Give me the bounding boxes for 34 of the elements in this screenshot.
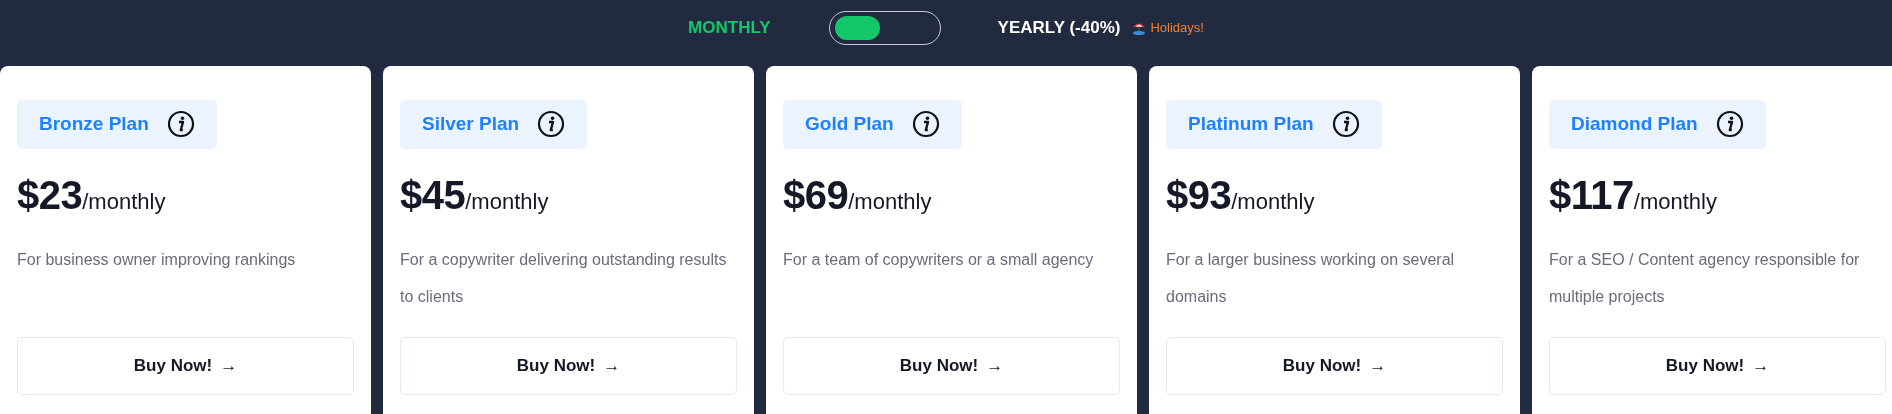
buy-button[interactable]: Buy Now! → [783, 336, 1120, 395]
price-amount: $93 [1166, 171, 1232, 219]
plan-description: For business owner improving rankings [17, 249, 297, 270]
plan-description: For a copywriter delivering outstanding results to clients [400, 249, 728, 307]
price-amount: $23 [17, 171, 83, 219]
billing-option[interactable]: YEARLY (-40%) [997, 15, 1121, 41]
buy-button[interactable]: Buy Now! → [400, 336, 737, 395]
billing-option[interactable]: MONTHLY [688, 15, 771, 41]
plan-name: Gold Plan [805, 112, 894, 136]
beach-umbrella-icon [1132, 21, 1147, 35]
plan-description: For a SEO / Content agency responsible for multiple projects [1549, 249, 1861, 307]
plan-name: Diamond Plan [1571, 112, 1698, 136]
plan-name: Silver Plan [422, 112, 520, 136]
price-period: /monthly [1231, 188, 1315, 216]
price-amount: $45 [400, 171, 466, 219]
price-period: /monthly [465, 188, 549, 216]
info-icon[interactable] [537, 110, 566, 139]
plan-name: Bronze Plan [39, 112, 149, 136]
price-period: /monthly [82, 188, 166, 216]
price-period: /monthly [848, 188, 932, 216]
price-amount: $117 [1549, 171, 1634, 219]
promo-text: Holidays! [1150, 19, 1204, 38]
buy-button[interactable]: Buy Now! → [17, 336, 354, 395]
price-amount: $69 [783, 171, 849, 219]
buy-button[interactable]: Buy Now! → [1166, 336, 1503, 395]
info-icon[interactable] [1715, 110, 1744, 139]
price-period: /monthly [1633, 188, 1717, 216]
plan-name: Platinum Plan [1188, 112, 1314, 136]
info-icon[interactable] [911, 110, 940, 139]
info-icon[interactable] [1331, 110, 1360, 139]
plan-description: For a larger business working on several domains [1166, 249, 1456, 307]
buy-button[interactable]: Buy Now! → [1549, 336, 1886, 395]
plan-description: For a team of copywriters or a small agency [783, 249, 1095, 270]
info-icon[interactable] [166, 110, 195, 139]
